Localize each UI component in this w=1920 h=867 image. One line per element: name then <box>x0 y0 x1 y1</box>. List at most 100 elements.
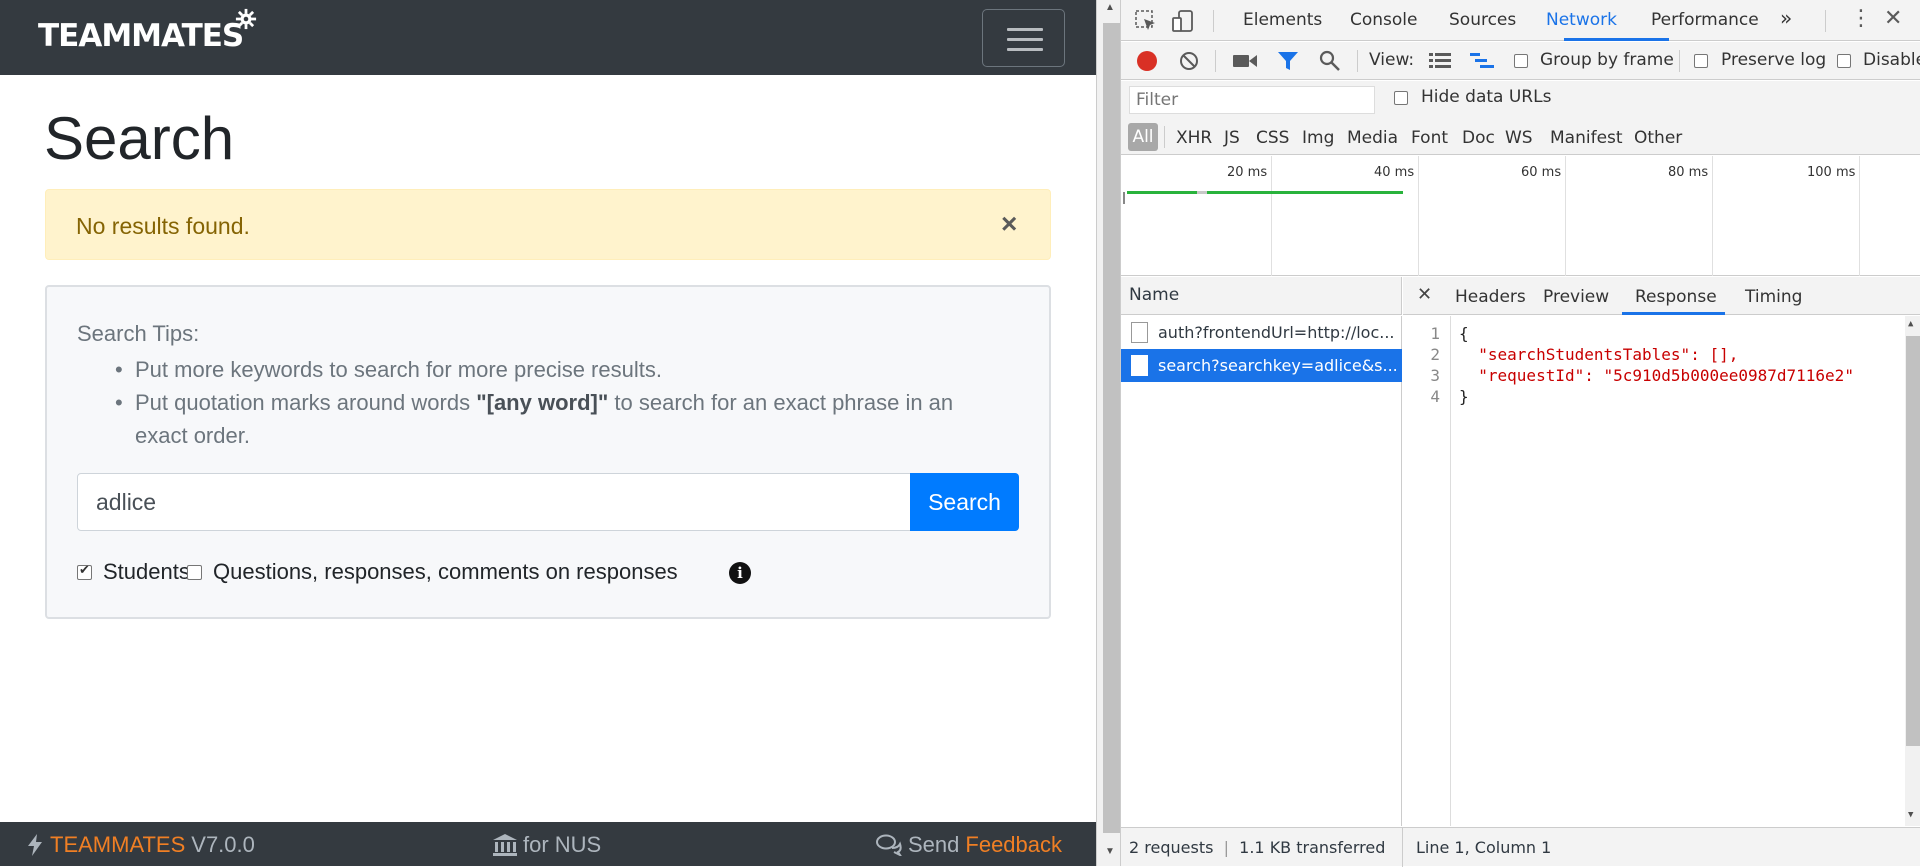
tab-timing[interactable]: Timing <box>1745 287 1802 307</box>
filter-icon[interactable] <box>1277 51 1299 71</box>
request-count: 2 requests <box>1129 838 1214 857</box>
inspect-element-icon[interactable] <box>1135 10 1157 32</box>
toolbar-separator <box>1825 10 1826 32</box>
request-row-selected[interactable]: search?searchkey=adlice&s... <box>1121 349 1402 382</box>
hide-data-urls-checkbox[interactable] <box>1394 91 1408 105</box>
clear-icon[interactable] <box>1178 50 1200 72</box>
filter-input[interactable] <box>1129 86 1375 114</box>
search-tip-item: Put quotation marks around words "[any w… <box>77 386 997 452</box>
line-number: 2 <box>1430 345 1440 364</box>
network-timeline-overview[interactable]: 20 ms 40 ms 60 ms 80 ms 100 ms <box>1121 156 1920 276</box>
close-icon[interactable]: × <box>1001 208 1017 240</box>
tab-network[interactable]: Network <box>1546 10 1617 30</box>
students-label: Students <box>103 559 190 584</box>
search-icon[interactable] <box>1319 50 1341 72</box>
status-separator: | <box>1223 838 1229 857</box>
name-column-header[interactable]: Name <box>1129 285 1179 305</box>
line-number: 1 <box>1430 324 1440 343</box>
scrollbar-thumb[interactable] <box>1103 23 1120 833</box>
students-checkbox-row[interactable]: Students <box>77 559 190 585</box>
footer-brand[interactable]: TEAMMATES <box>50 832 185 858</box>
screenshot-camera-icon[interactable] <box>1233 52 1257 70</box>
timeline-tick-label: 100 ms <box>1807 165 1856 180</box>
request-name: auth?frontendUrl=http://loc... <box>1158 323 1395 342</box>
type-filter-ws[interactable]: WS <box>1505 128 1533 148</box>
cursor-position: Line 1, Column 1 <box>1416 838 1552 857</box>
toolbar-separator <box>1357 50 1358 72</box>
search-button[interactable]: Search <box>910 473 1019 531</box>
hide-data-urls-label: Hide data URLs <box>1421 87 1552 107</box>
type-filter-media[interactable]: Media <box>1347 128 1398 148</box>
type-filter-all[interactable]: All <box>1128 123 1158 151</box>
toolbar-separator <box>1679 50 1680 72</box>
device-toolbar-icon[interactable] <box>1171 9 1195 33</box>
requests-header[interactable]: Name <box>1121 277 1402 315</box>
footer-institution: for NUS <box>493 832 601 858</box>
tab-preview[interactable]: Preview <box>1543 287 1609 307</box>
preserve-log-checkbox[interactable] <box>1694 54 1708 68</box>
tab-elements[interactable]: Elements <box>1243 10 1322 30</box>
type-filter-manifest[interactable]: Manifest <box>1550 128 1623 148</box>
toolbar-separator <box>1164 126 1165 148</box>
type-filter-img[interactable]: Img <box>1302 128 1334 148</box>
questions-checkbox[interactable] <box>187 564 202 580</box>
document-icon <box>1131 355 1148 376</box>
network-toolbar: View: Group by frame Preserve log Disabl… <box>1121 42 1920 80</box>
tab-performance[interactable]: Performance <box>1651 10 1759 30</box>
record-icon[interactable] <box>1137 51 1157 71</box>
waterfall-icon[interactable] <box>1470 52 1494 70</box>
footer: TEAMMATES V7.0.0 for NUS Send Feedback <box>0 822 1096 866</box>
network-filterbar: Hide data URLs All XHR JS CSS Img Media … <box>1121 81 1920 155</box>
tip-bold-text: "[any word]" <box>476 390 609 415</box>
more-options-icon[interactable]: ⋮ <box>1850 6 1872 31</box>
tab-headers[interactable]: Headers <box>1455 287 1526 307</box>
active-tab-indicator <box>1622 312 1725 315</box>
type-filter-css[interactable]: CSS <box>1256 128 1289 148</box>
timeline-tick-label: 60 ms <box>1521 165 1562 180</box>
response-code-viewer[interactable]: 1 2 3 4 { "searchStudentsTables": [], "r… <box>1403 316 1920 826</box>
timeline-tick-label: 20 ms <box>1227 165 1268 180</box>
type-filter-doc[interactable]: Doc <box>1462 128 1495 148</box>
no-results-alert: No results found. × <box>45 189 1051 260</box>
info-icon[interactable]: i <box>729 562 751 584</box>
navbar-toggle-button[interactable] <box>982 9 1065 67</box>
hamburger-icon-line <box>1007 48 1043 51</box>
hamburger-icon <box>1007 28 1043 31</box>
scroll-up-arrow-icon[interactable]: ▲ <box>1105 2 1115 13</box>
search-input[interactable] <box>77 473 911 531</box>
type-filter-other[interactable]: Other <box>1634 128 1682 148</box>
line-number-gutter: 1 2 3 4 <box>1403 316 1451 826</box>
disable-cache-checkbox[interactable] <box>1837 54 1851 68</box>
scrollbar-thumb[interactable] <box>1906 336 1920 746</box>
large-rows-icon[interactable] <box>1429 52 1451 70</box>
code-scrollbar[interactable]: ▲ ▼ <box>1905 316 1920 826</box>
group-by-frame-checkbox[interactable] <box>1514 54 1528 68</box>
scroll-down-arrow-icon[interactable]: ▼ <box>1908 810 1913 820</box>
questions-checkbox-row[interactable]: Questions, responses, comments on respon… <box>187 559 678 585</box>
request-detail-tabs: ✕ Headers Preview Response Timing <box>1403 277 1920 315</box>
search-card: Search Tips: Put more keywords to search… <box>45 285 1051 619</box>
close-icon[interactable]: ✕ <box>1417 284 1432 305</box>
more-tabs-icon[interactable]: » <box>1780 6 1792 30</box>
scroll-up-arrow-icon[interactable]: ▲ <box>1908 319 1913 329</box>
line-number: 3 <box>1430 366 1440 385</box>
timeline-tick-label: 80 ms <box>1668 165 1709 180</box>
teammates-logo[interactable]: TEAMMATES <box>38 18 244 54</box>
feedback-link[interactable]: Feedback <box>965 832 1062 858</box>
timeline-gridline <box>1859 156 1860 276</box>
scroll-down-arrow-icon[interactable]: ▼ <box>1105 846 1115 857</box>
tab-sources[interactable]: Sources <box>1449 10 1516 30</box>
institution-label: for NUS <box>523 832 602 857</box>
type-filter-js[interactable]: JS <box>1224 128 1240 148</box>
close-devtools-icon[interactable]: ✕ <box>1884 6 1902 31</box>
group-by-frame-label: Group by frame <box>1540 50 1674 70</box>
tab-response[interactable]: Response <box>1635 287 1717 307</box>
type-filter-xhr[interactable]: XHR <box>1176 128 1212 148</box>
type-filter-font[interactable]: Font <box>1411 128 1448 148</box>
page-scrollbar[interactable]: ▲ ▼ <box>1096 0 1120 866</box>
tab-console[interactable]: Console <box>1350 10 1418 30</box>
students-checkbox[interactable] <box>77 562 92 580</box>
request-row[interactable]: auth?frontendUrl=http://loc... <box>1121 316 1402 349</box>
questions-label: Questions, responses, comments on respon… <box>213 559 678 584</box>
footer-feedback[interactable]: Send Feedback <box>876 832 1062 858</box>
